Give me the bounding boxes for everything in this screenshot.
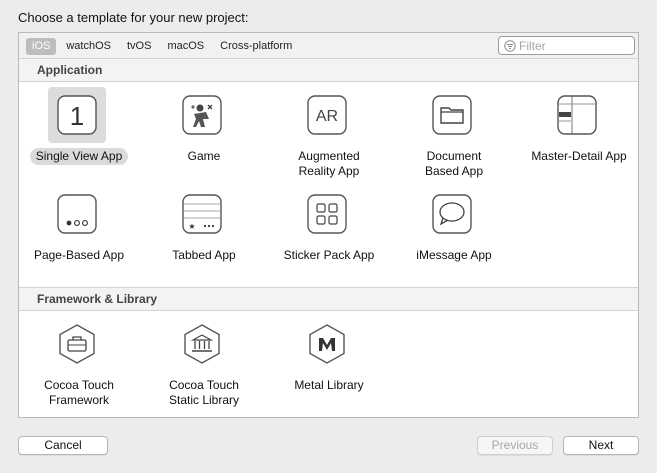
template-imessage-app[interactable]: iMessage App (392, 186, 516, 282)
sticker-grid-icon (307, 194, 347, 234)
template-cocoa-touch-framework[interactable]: Cocoa Touch Framework (17, 316, 141, 412)
template-sticker-pack-app[interactable]: Sticker Pack App (267, 186, 391, 282)
template-master-detail-app[interactable]: Master-Detail App (517, 87, 641, 183)
game-icon (182, 95, 222, 135)
filter-input[interactable] (519, 38, 629, 53)
tab-watchos[interactable]: watchOS (60, 38, 117, 55)
svg-text:1: 1 (70, 101, 84, 131)
template-icon-box: ★ (173, 186, 231, 242)
filter-icon (504, 40, 516, 52)
template-label: Cocoa Touch Framework (44, 378, 114, 407)
tab-ios[interactable]: iOS (26, 38, 57, 55)
library-hexagon-icon (184, 324, 220, 364)
single-view-icon: 1 (57, 95, 97, 135)
master-detail-icon (557, 95, 597, 135)
template-single-view-app[interactable]: 1 Single View App (17, 87, 141, 183)
tab-bar-icon: ★ (182, 194, 222, 234)
section-header-framework-library: Framework & Library (19, 287, 638, 311)
template-document-based-app[interactable]: Document Based App (392, 87, 516, 183)
document-folder-icon (432, 95, 472, 135)
template-label: Page-Based App (33, 248, 125, 262)
template-tabbed-app[interactable]: ★ Tabbed App (142, 186, 266, 282)
template-label: Master-Detail App (531, 149, 627, 163)
template-label: iMessage App (416, 248, 492, 262)
template-label: Augmented Reality App (298, 149, 360, 178)
template-augmented-reality-app[interactable]: AR Augmented Reality App (267, 87, 391, 183)
metal-hexagon-icon (309, 324, 345, 364)
template-icon-box (298, 186, 356, 242)
previous-button[interactable]: Previous (477, 436, 553, 455)
template-icon-box (48, 186, 106, 242)
template-icon-box (173, 87, 231, 143)
platform-tabs: iOS watchOS tvOS macOS Cross-platform (26, 38, 298, 55)
template-chooser-panel: iOS watchOS tvOS macOS Cross-platform Ap… (18, 32, 639, 418)
template-label: Game (187, 149, 221, 163)
template-label: Tabbed App (172, 248, 236, 262)
template-icon-box (423, 186, 481, 242)
tab-tvos[interactable]: tvOS (121, 38, 157, 55)
tab-cross-platform[interactable]: Cross-platform (214, 38, 298, 55)
template-label: Document Based App (424, 149, 484, 178)
template-icon-box (298, 316, 356, 372)
filter-field[interactable] (498, 36, 635, 55)
toolbox-hexagon-icon (59, 324, 95, 364)
cancel-button[interactable]: Cancel (18, 436, 108, 455)
next-button[interactable]: Next (563, 436, 639, 455)
template-icon-box (423, 87, 481, 143)
template-icon-box (548, 87, 606, 143)
tab-macos[interactable]: macOS (161, 38, 210, 55)
template-icon-box (48, 316, 106, 372)
section-header-application: Application (19, 58, 638, 82)
page-dots-icon (57, 194, 97, 234)
template-page-based-app[interactable]: Page-Based App (17, 186, 141, 282)
dialog-title: Choose a template for your new project: (18, 10, 249, 25)
template-icon-box (173, 316, 231, 372)
platform-bar: iOS watchOS tvOS macOS Cross-platform (19, 33, 638, 59)
template-label: Cocoa Touch Static Library (168, 378, 240, 407)
template-metal-library[interactable]: Metal Library (267, 316, 391, 412)
message-bubble-icon (432, 194, 472, 234)
template-label: Single View App (17, 148, 141, 165)
ar-icon: AR (307, 95, 347, 135)
svg-text:AR: AR (316, 108, 338, 125)
svg-text:★: ★ (188, 222, 195, 231)
template-cocoa-touch-static-library[interactable]: Cocoa Touch Static Library (142, 316, 266, 412)
template-label: Sticker Pack App (283, 248, 375, 262)
template-icon-box: AR (298, 87, 356, 143)
template-game[interactable]: Game (142, 87, 266, 183)
template-icon-box: 1 (48, 87, 106, 143)
template-label: Metal Library (294, 378, 364, 392)
